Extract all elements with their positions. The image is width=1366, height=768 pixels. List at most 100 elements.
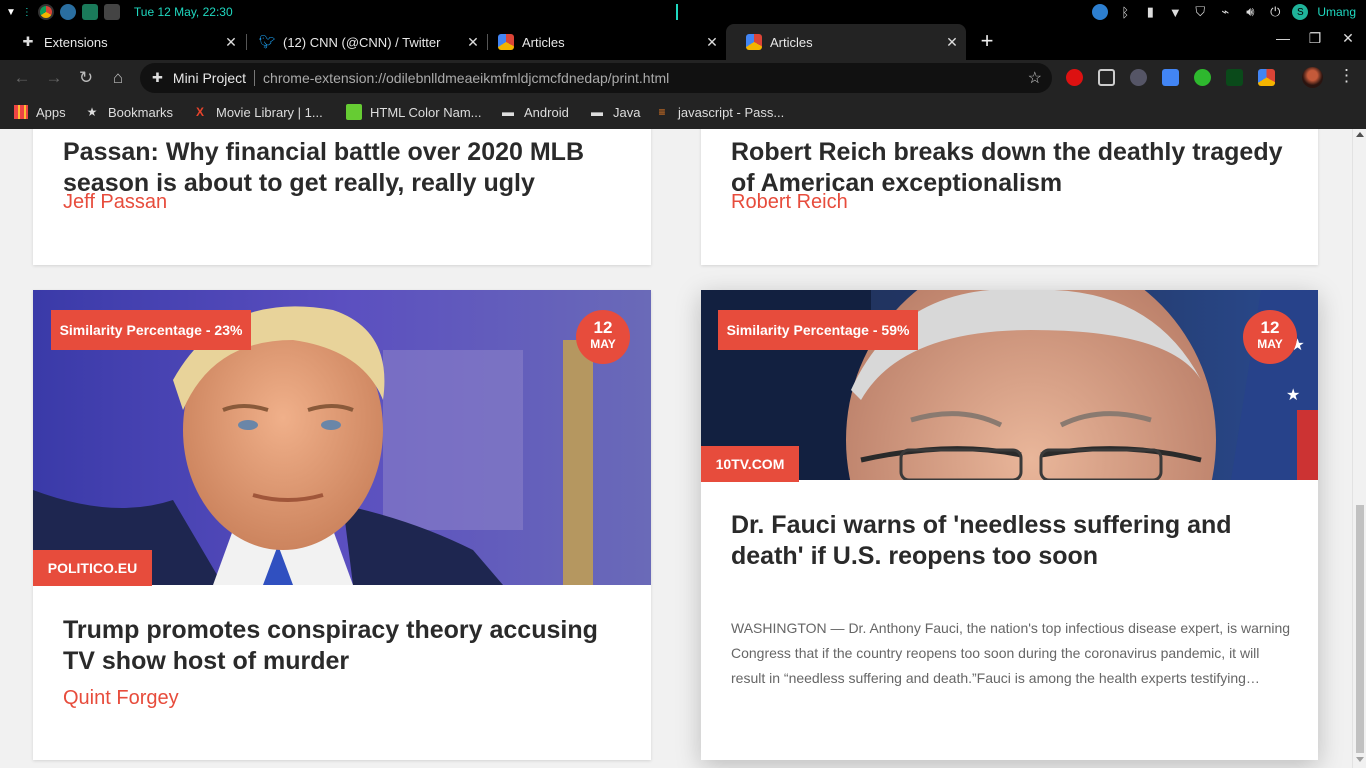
extension-origin-icon: ✚: [152, 70, 163, 85]
clip-icon[interactable]: ⌁: [1217, 4, 1233, 20]
articles-extension-icon[interactable]: [1258, 69, 1275, 86]
adblock-extension-icon[interactable]: [1066, 69, 1083, 86]
shield-icon[interactable]: ⛉: [1192, 4, 1208, 20]
terminal-taskbar-icon[interactable]: [103, 4, 120, 20]
close-icon[interactable]: ✕: [944, 34, 960, 50]
volume-icon[interactable]: 🔊︎: [1242, 4, 1258, 20]
address-bar[interactable]: ✚ Mini Project chrome-extension://odileb…: [140, 63, 1052, 93]
bookmark-javascript[interactable]: ≡ javascript - Pass...: [654, 102, 784, 122]
username[interactable]: Umang: [1317, 5, 1356, 19]
similarity-badge: Similarity Percentage - 59%: [718, 310, 918, 350]
folder-icon: ▬: [591, 105, 603, 119]
bookmark-apps[interactable]: Apps: [14, 102, 66, 122]
article-description: WASHINGTON — Dr. Anthony Fauci, the nati…: [731, 620, 1291, 686]
svg-text:★: ★: [1286, 385, 1300, 404]
bluetooth-icon[interactable]: ᛒ: [1117, 4, 1133, 20]
site-name: Mini Project: [172, 70, 247, 86]
article-card[interactable]: Passan: Why financial battle over 2020 M…: [33, 129, 651, 265]
url-text[interactable]: chrome-extension://odilebnlldmeaeikmfmld…: [263, 70, 669, 86]
close-icon[interactable]: ✕: [704, 34, 720, 50]
article-author[interactable]: Quint Forgey: [63, 687, 179, 710]
date-month: MAY: [1257, 337, 1283, 351]
bookmark-bookmarks[interactable]: ★ Bookmarks: [84, 102, 173, 122]
chrome-ext-icon: [746, 34, 762, 50]
page-viewport: Passan: Why financial battle over 2020 M…: [0, 129, 1352, 768]
apps-grid-icon: [14, 105, 28, 119]
spy-extension-icon[interactable]: [1130, 69, 1147, 86]
menu-triangle-icon[interactable]: ▼: [6, 7, 16, 18]
chrome-ext-icon: [498, 34, 514, 50]
back-button[interactable]: ←: [10, 66, 34, 90]
article-card[interactable]: Robert Reich breaks down the deathly tra…: [701, 129, 1318, 265]
workspace-marker: [676, 4, 678, 20]
bookmark-label: Bookmarks: [108, 104, 174, 120]
bookmark-label: Apps: [36, 104, 66, 120]
notification-icon[interactable]: [1092, 4, 1109, 20]
tab-articles-active[interactable]: Articles ✕: [726, 24, 966, 60]
battery-icon[interactable]: ▮: [1142, 4, 1158, 20]
bookmark-java[interactable]: ▬ Java: [589, 102, 640, 122]
article-title[interactable]: Trump promotes conspiracy theory accusin…: [63, 615, 633, 677]
close-icon[interactable]: ✕: [223, 34, 239, 50]
menu-dots-icon[interactable]: ⋮: [1338, 66, 1355, 86]
bookmark-label: Movie Library | 1...: [216, 104, 323, 120]
scroll-down-arrow-icon[interactable]: [1356, 757, 1364, 762]
dark-green-extension-icon[interactable]: [1226, 69, 1243, 86]
reload-button[interactable]: ↻: [74, 66, 98, 90]
telegram-taskbar-icon[interactable]: [59, 4, 76, 20]
article-title[interactable]: Passan: Why financial battle over 2020 M…: [63, 137, 623, 199]
bookmark-star-icon[interactable]: ☆: [1028, 68, 1042, 88]
tab-extensions[interactable]: ✚ Extensions ✕: [0, 24, 245, 60]
clock: Tue 12 May, 22:30: [133, 5, 233, 19]
new-tab-button[interactable]: +: [976, 30, 998, 54]
minimize-button[interactable]: —: [1273, 30, 1293, 46]
bookmarks-bar: Apps ★ Bookmarks X Movie Library | 1... …: [0, 96, 1366, 129]
similarity-badge: Similarity Percentage - 23%: [51, 310, 251, 350]
tab-twitter[interactable]: 🐦︎ (12) CNN (@CNN) / Twitter ✕: [239, 24, 487, 60]
forward-button[interactable]: →: [42, 66, 66, 90]
bookmark-android[interactable]: ▬ Android: [500, 102, 569, 122]
bookmark-html-color[interactable]: HTML Color Nam...: [346, 102, 481, 122]
green-extension-icon[interactable]: [1194, 69, 1211, 86]
star-icon: ★: [86, 105, 98, 119]
tab-bar: ✚ Extensions ✕ 🐦︎ (12) CNN (@CNN) / Twit…: [0, 24, 1366, 60]
tab-articles[interactable]: Articles ✕: [478, 24, 726, 60]
tab-title: Articles: [522, 34, 565, 50]
translate-extension-icon[interactable]: [1162, 69, 1179, 86]
user-status-icon[interactable]: S: [1292, 4, 1309, 20]
scroll-up-arrow-icon[interactable]: [1356, 132, 1364, 137]
scrollbar-thumb[interactable]: [1356, 505, 1364, 753]
bookmark-label: Java: [613, 104, 641, 120]
article-title[interactable]: Dr. Fauci warns of 'needless suffering a…: [731, 510, 1291, 572]
bookmark-movie-library[interactable]: X Movie Library | 1...: [192, 102, 323, 122]
folder-icon: ▬: [502, 105, 514, 119]
article-card[interactable]: Similarity Percentage - 23% 12 MAY POLIT…: [33, 290, 651, 760]
window-extension-icon[interactable]: [1098, 69, 1115, 86]
profile-avatar[interactable]: [1302, 67, 1323, 88]
date-day: 12: [1260, 318, 1280, 337]
page-scrollbar[interactable]: [1352, 129, 1366, 768]
restore-button[interactable]: ❐: [1305, 30, 1325, 47]
bookmark-label: HTML Color Nam...: [370, 104, 482, 120]
date-month: MAY: [590, 337, 616, 351]
close-window-button[interactable]: ✕: [1338, 30, 1358, 47]
home-button[interactable]: ⌂: [106, 66, 130, 90]
puzzle-icon: ✚: [22, 34, 34, 49]
workspace-indicator-icon[interactable]: ⋮: [22, 7, 32, 18]
article-author[interactable]: Robert Reich: [731, 191, 848, 214]
tab-title: (12) CNN (@CNN) / Twitter: [283, 34, 441, 50]
stackoverflow-icon: ≡: [658, 105, 666, 119]
date-day: 12: [593, 318, 613, 337]
bookmark-label: Android: [524, 104, 569, 120]
bookmark-label: javascript - Pass...: [678, 104, 785, 120]
article-card[interactable]: ★ ★ ★ Similarity Percentage - 59% 12 MAY…: [701, 290, 1318, 760]
article-author[interactable]: Jeff Passan: [63, 191, 167, 214]
chrome-taskbar-icon[interactable]: [37, 4, 54, 20]
source-badge[interactable]: 10TV.COM: [701, 446, 799, 482]
files-taskbar-icon[interactable]: [81, 4, 98, 20]
power-icon[interactable]: ⏻: [1267, 4, 1283, 20]
wifi-icon[interactable]: ▼: [1167, 4, 1183, 20]
date-badge: 12 MAY: [1243, 310, 1297, 364]
article-title[interactable]: Robert Reich breaks down the deathly tra…: [731, 137, 1291, 199]
source-badge[interactable]: POLITICO.EU: [33, 550, 152, 586]
